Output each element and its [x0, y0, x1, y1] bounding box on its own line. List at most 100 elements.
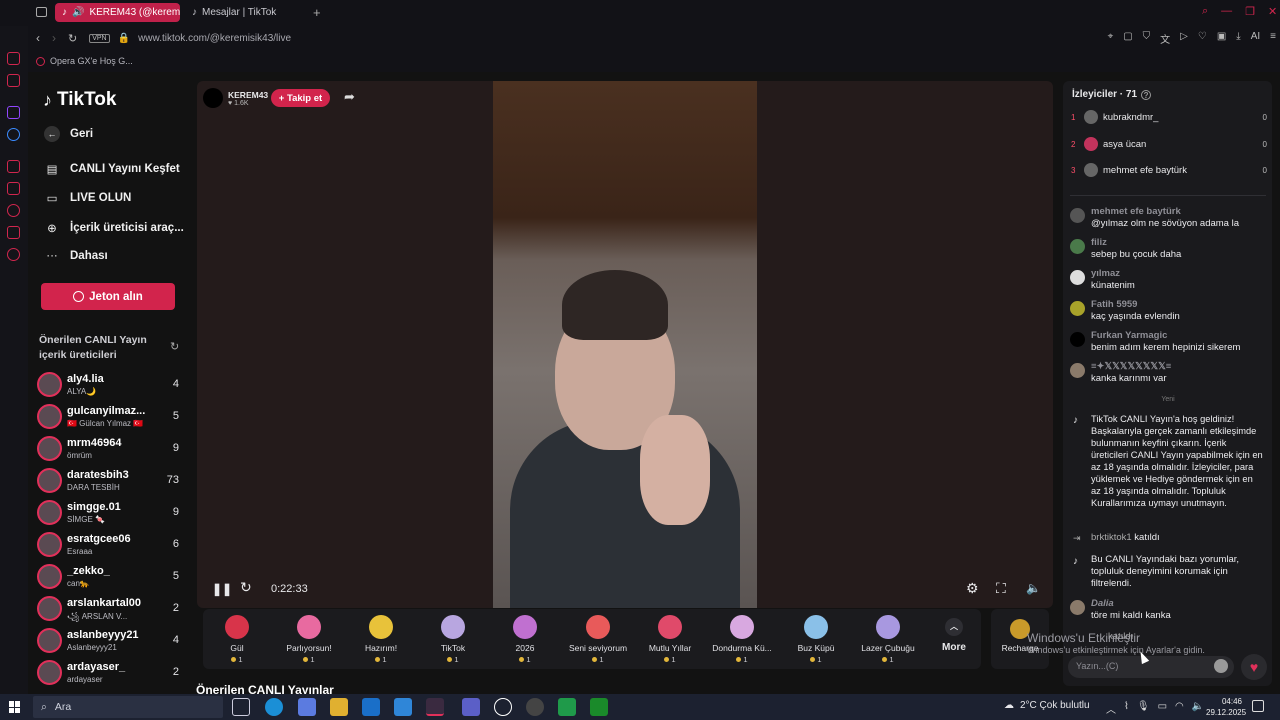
- network-icon[interactable]: ⌇: [1124, 701, 1129, 716]
- maximize-icon[interactable]: ❐: [1245, 5, 1255, 18]
- share-icon[interactable]: ➦: [344, 89, 355, 105]
- suggested-creator[interactable]: ardayaser_ ardayaser 2: [37, 659, 185, 687]
- mic-icon[interactable]: 🎙: [1137, 701, 1150, 716]
- pause-icon[interactable]: ❚❚: [212, 582, 232, 596]
- suggested-creator[interactable]: gulcanyilmaz... 🇹🇷 Gülcan Yılmaz 🇹🇷 5: [37, 403, 185, 431]
- ai-button[interactable]: AI: [1251, 31, 1260, 46]
- host-avatar[interactable]: [203, 88, 223, 108]
- nav-more[interactable]: ··· Dahası: [44, 250, 107, 262]
- taskbar-search[interactable]: ⌕ Ara: [33, 696, 223, 718]
- play-icon[interactable]: ▷: [1180, 31, 1188, 46]
- suggested-creator[interactable]: simgge.01 SİMGE 🍬 9: [37, 499, 185, 527]
- app-icon[interactable]: [526, 698, 544, 716]
- back-icon[interactable]: ‹: [36, 31, 40, 45]
- nav-go-live[interactable]: ▭ LIVE OLUN: [44, 191, 132, 205]
- gx-sidebar-icon-2[interactable]: [7, 74, 20, 87]
- gift-item[interactable]: Mutlu Yıllar 1: [635, 613, 705, 664]
- suggested-creator[interactable]: esratgcee06 Esraaa 6: [37, 531, 185, 559]
- suggested-creator[interactable]: aly4.lia ALYA🌙 4: [37, 371, 185, 399]
- play-app-icon[interactable]: [558, 698, 576, 716]
- tab-messages[interactable]: ♪ Mesajlar | TikTok: [185, 3, 310, 22]
- viewer-row[interactable]: 3 mehmet efe baytürk 0: [1071, 163, 1267, 177]
- info-icon[interactable]: ?: [1141, 89, 1152, 100]
- fullscreen-icon[interactable]: ⛶: [996, 580, 1006, 597]
- close-icon[interactable]: ✕: [1268, 5, 1277, 18]
- viewer-row[interactable]: 2 asya ücan 0: [1071, 137, 1267, 151]
- windows-start-icon[interactable]: [9, 701, 21, 713]
- forward-icon[interactable]: ›: [52, 31, 56, 45]
- vpn-badge[interactable]: VPN: [89, 33, 110, 43]
- speaker-icon[interactable]: 🔈: [1192, 701, 1204, 716]
- get-coins-button[interactable]: Jeton alın: [41, 283, 175, 310]
- chat-username[interactable]: filiz: [1091, 237, 1107, 249]
- gx-sidebar-icon-3[interactable]: [7, 160, 20, 173]
- outlook-icon[interactable]: [362, 698, 380, 716]
- suggested-creator[interactable]: daratesbih3 DARA TESBİH 73: [37, 467, 185, 495]
- download-icon[interactable]: ⤓: [1236, 31, 1240, 46]
- pin-icon[interactable]: ⌖: [1108, 31, 1114, 46]
- battery-icon[interactable]: ▭: [1158, 701, 1167, 716]
- url-field[interactable]: www.tiktok.com/@keremisik43/live: [138, 33, 291, 44]
- gx-sidebar-icon-1[interactable]: [7, 52, 20, 65]
- copilot-icon[interactable]: [298, 698, 316, 716]
- suggested-creator[interactable]: arslankartal00 ꧁ ARSLAN V... 2: [37, 595, 185, 623]
- settings-icon[interactable]: [7, 248, 20, 261]
- chat-username[interactable]: mehmet efe baytürk: [1091, 206, 1181, 218]
- gift-item[interactable]: Seni seviyorum 1: [563, 613, 633, 664]
- search-icon[interactable]: ⌕: [1202, 5, 1208, 18]
- chat-username[interactable]: Dalia: [1091, 598, 1114, 610]
- weather-widget[interactable]: ☁ 2°C Çok bulutlu: [1004, 700, 1090, 711]
- chat-username[interactable]: Fatih 5959: [1091, 299, 1137, 311]
- menu-icon[interactable]: ≡: [1270, 31, 1276, 46]
- task-view-icon[interactable]: [232, 698, 250, 716]
- refresh-icon[interactable]: ↻: [170, 340, 179, 353]
- like-heart-button[interactable]: ♥: [1241, 654, 1267, 680]
- clock[interactable]: 04:46 29.12.2025: [1206, 696, 1246, 718]
- gift-item[interactable]: Gül 1: [202, 613, 272, 664]
- xbox-icon[interactable]: [590, 698, 608, 716]
- tab-live[interactable]: ♪ 🔊 KEREM43 (@keremsik: [55, 3, 180, 22]
- gift-item[interactable]: Parlıyorsun! 1: [274, 613, 344, 664]
- gx-sidebar-icon-4[interactable]: [7, 182, 20, 195]
- emoji-icon[interactable]: [1214, 659, 1228, 673]
- nav-creator-tools[interactable]: ⊕ İçerik üreticisi araç...: [44, 221, 184, 235]
- new-tab-button[interactable]: +: [313, 5, 321, 20]
- refresh-stream-icon[interactable]: ↻: [240, 579, 252, 596]
- settings-gear-icon[interactable]: ⚙: [966, 580, 979, 597]
- tiktok-logo[interactable]: ♪ TikTok: [43, 89, 116, 111]
- twitch-icon[interactable]: [7, 106, 20, 119]
- gift-item[interactable]: 2026 1: [490, 613, 560, 664]
- opera-gx-taskbar-icon[interactable]: [426, 698, 444, 716]
- snapshot-icon[interactable]: ▢: [1123, 31, 1132, 46]
- gift-item[interactable]: Buz Küpü 1: [781, 613, 851, 664]
- gift-item[interactable]: Hazırım! 1: [346, 613, 416, 664]
- chatgpt-icon[interactable]: [494, 698, 512, 716]
- wifi-icon[interactable]: ◠: [1175, 701, 1184, 716]
- store-icon[interactable]: [394, 698, 412, 716]
- gift-item[interactable]: TikTok 1: [418, 613, 488, 664]
- messenger-icon[interactable]: [7, 128, 20, 141]
- heart-icon[interactable]: ♡: [1198, 31, 1207, 46]
- host-info[interactable]: KEREM43 ♥ 1.6K: [203, 87, 268, 109]
- more-gifts-button[interactable]: ︿ More: [934, 618, 974, 653]
- nav-back[interactable]: ← Geri: [44, 126, 93, 142]
- chat-username[interactable]: ≡✦𝕏𝕏𝕏𝕏𝕏𝕏𝕏𝕏≡: [1091, 361, 1171, 373]
- teams-icon[interactable]: [462, 698, 480, 716]
- wallet-icon[interactable]: ▣: [1217, 31, 1226, 46]
- minimize-icon[interactable]: —: [1221, 5, 1232, 18]
- suggested-creator[interactable]: mrm46964 ömrüm 9: [37, 435, 185, 463]
- chat-input[interactable]: Yazın...(C): [1068, 656, 1234, 678]
- tab-manager-icon[interactable]: [36, 7, 47, 17]
- gx-sidebar-icon-5[interactable]: [7, 226, 20, 239]
- file-explorer-icon[interactable]: [330, 698, 348, 716]
- volume-icon[interactable]: 🔈: [1026, 581, 1041, 595]
- edge-icon[interactable]: [265, 698, 283, 716]
- chat-username[interactable]: Furkan Yarmagic: [1091, 330, 1167, 342]
- nav-explore-live[interactable]: ▤ CANLI Yayını Keşfet: [44, 162, 180, 176]
- follow-button[interactable]: + Takip et: [271, 89, 330, 107]
- suggested-creator[interactable]: _zekko_ can🐆 5: [37, 563, 185, 591]
- chevron-up-icon[interactable]: ︿: [1106, 701, 1116, 716]
- reload-icon[interactable]: ↻: [68, 32, 77, 45]
- suggested-creator[interactable]: aslanbeyyy21 Aslanbeyyy21 4: [37, 627, 185, 655]
- viewer-row[interactable]: 1 kubraknd​mr_ 0: [1071, 110, 1267, 124]
